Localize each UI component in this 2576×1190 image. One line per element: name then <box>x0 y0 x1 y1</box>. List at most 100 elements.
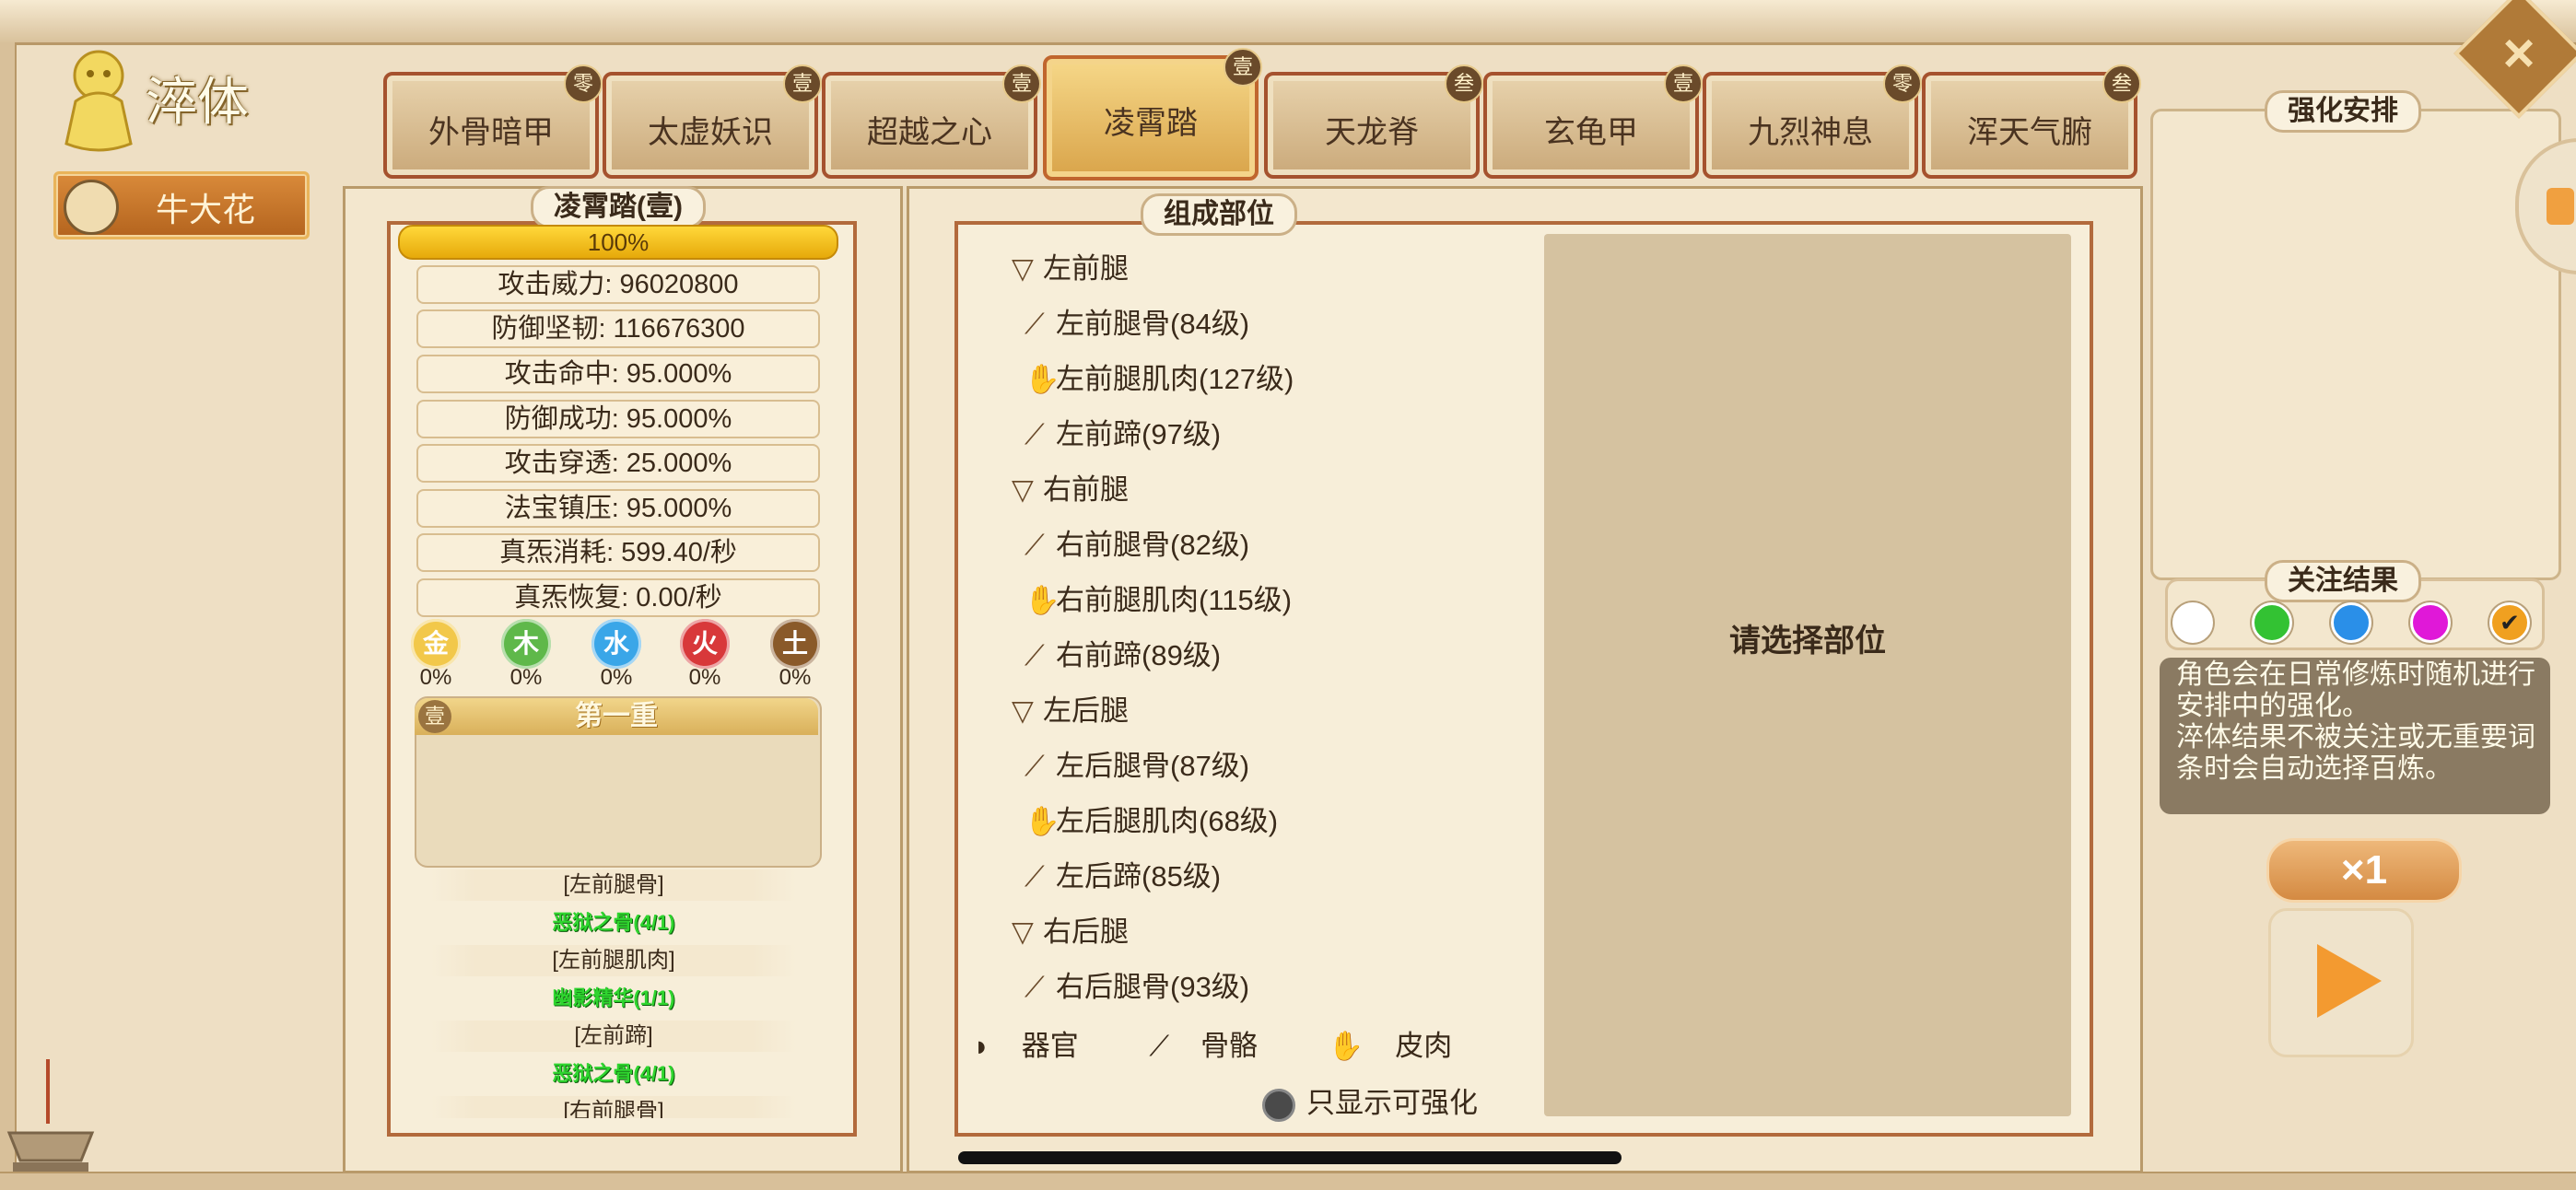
focus-orange-toggle-checked[interactable]: ✔ <box>2489 602 2530 643</box>
bone-icon: ⟋ <box>1025 418 1045 450</box>
focus-white-toggle[interactable] <box>2172 602 2213 643</box>
layer-badge: 壹 <box>418 700 451 733</box>
bottom-frame <box>0 1172 2576 1190</box>
element-fire-pct: 0% <box>688 665 721 690</box>
part-effect: 恶狱之骨(4/1) <box>552 911 675 934</box>
tab-4[interactable]: 天龙脊 叁 <box>1264 64 1483 179</box>
tree-item[interactable]: ⟋ 右前腿骨(82级) <box>1025 521 1249 563</box>
tree-group[interactable]: ▽ 右后腿 <box>1012 908 1129 950</box>
part-plate: [右前腿骨] <box>431 1096 796 1118</box>
avatar <box>64 180 119 235</box>
tree-item[interactable]: ⟋ 右前蹄(89级) <box>1025 632 1221 673</box>
element-earth-pct: 0% <box>779 665 812 690</box>
start-button[interactable] <box>2268 908 2414 1057</box>
tab-badge: 零 <box>1883 64 1922 103</box>
tree-item[interactable]: ⟋ 左后腿骨(87级) <box>1025 742 1249 784</box>
description-text: 角色会在日常修炼时随机进行安排中的强化。 淬体结果不被关注或无重要词条时会自动选… <box>2176 659 2535 784</box>
bag-icon <box>2547 188 2574 225</box>
tab-label: 太虚妖识 <box>648 115 773 150</box>
part-plate: [左前腿肌肉] <box>431 945 796 976</box>
focus-green-toggle[interactable] <box>2252 602 2292 643</box>
tab-0[interactable]: 外骨暗甲 零 <box>383 64 603 179</box>
left-frame <box>0 42 17 1188</box>
legend-organ: ◗ 器官 <box>973 1030 1079 1062</box>
components-panel-title: 组成部位 <box>1141 193 1297 236</box>
stat-hit: 攻击命中: 95.000% <box>416 355 820 393</box>
bone-icon: ⟋ <box>1149 1030 1170 1062</box>
tab-7[interactable]: 浑天气腑 叁 <box>1922 64 2141 179</box>
tab-2[interactable]: 超越之心 壹 <box>822 64 1041 179</box>
tab-label: 九烈神息 <box>1748 115 1873 150</box>
tab-badge: 壹 <box>783 64 822 103</box>
tab-6[interactable]: 九烈神息 零 <box>1703 64 1922 179</box>
tab-badge: 零 <box>564 64 603 103</box>
close-icon: × <box>2502 22 2535 84</box>
triangle-down-icon: ▽ <box>1012 916 1034 948</box>
element-water-icon: 水 <box>591 619 641 669</box>
hand-icon: ✋ <box>1025 363 1060 395</box>
progress-bar: 100% <box>398 225 838 260</box>
tab-1[interactable]: 太虚妖识 壹 <box>603 64 822 179</box>
character-select-button[interactable]: 牛大花 <box>53 171 310 239</box>
tab-3-active[interactable]: 凌霄踏 壹 <box>1043 48 1262 181</box>
stat-qi-recover: 真炁恢复: 0.00/秒 <box>416 578 820 617</box>
tree-item[interactable]: ⟋ 右后腿骨(93级) <box>1025 963 1249 1005</box>
stat-suppression: 法宝镇压: 95.000% <box>416 489 820 528</box>
tab-label: 外骨暗甲 <box>428 115 554 150</box>
part-effect: 幽影精华(1/1) <box>552 986 675 1009</box>
bone-icon: ⟋ <box>1025 639 1045 671</box>
element-wood-icon: 木 <box>501 619 551 669</box>
tab-badge: 壹 <box>1002 64 1041 103</box>
layer-title: 第一重 <box>415 698 818 735</box>
tab-badge: 叁 <box>2102 64 2141 103</box>
stats-panel-title: 凌霄踏(壹) <box>531 186 706 228</box>
element-wood-pct: 0% <box>509 665 543 690</box>
tree-group[interactable]: ▽ 左后腿 <box>1012 687 1129 729</box>
tab-badge: 叁 <box>1445 64 1483 103</box>
body-emblem-icon <box>64 50 133 152</box>
tree-group[interactable]: ▽ 左前腿 <box>1012 245 1129 286</box>
stat-defense-success: 防御成功: 95.000% <box>416 400 820 438</box>
top-frame <box>0 0 2576 45</box>
select-part-hint: 请选择部位 <box>1729 624 1886 659</box>
stat-attack-power: 攻击威力: 96020800 <box>416 265 820 304</box>
page-title: 淬体 <box>146 73 249 133</box>
focus-blue-toggle[interactable] <box>2331 602 2371 643</box>
organ-icon: ◗ <box>973 1030 990 1062</box>
tab-5[interactable]: 玄龟甲 壹 <box>1483 64 1703 179</box>
focus-title: 关注结果 <box>2265 560 2421 602</box>
element-metal-pct: 0% <box>419 665 452 690</box>
bone-icon: ⟋ <box>1025 860 1045 892</box>
tree-item[interactable]: ✋左前腿肌肉(127级) <box>1025 356 1294 397</box>
strengthen-plan-box <box>2150 109 2561 580</box>
tab-label: 凌霄踏 <box>1104 106 1198 141</box>
stat-qi-consume: 真炁消耗: 599.40/秒 <box>416 533 820 572</box>
multiplier-button[interactable]: ×1 <box>2266 838 2462 903</box>
tree-item[interactable]: ⟋ 左前腿骨(84级) <box>1025 300 1249 342</box>
legend-flesh: ✋ 皮肉 <box>1328 1030 1453 1062</box>
legend-bone: ⟋ 骨骼 <box>1149 1030 1259 1062</box>
tree-item[interactable]: ✋左后腿肌肉(68级) <box>1025 798 1278 839</box>
tree-item[interactable]: ✋右前腿肌肉(115级) <box>1025 577 1292 618</box>
tree-item[interactable]: ⟋ 左前蹄(97级) <box>1025 411 1221 452</box>
hand-icon: ✋ <box>1025 584 1060 616</box>
focus-purple-toggle[interactable] <box>2410 602 2451 643</box>
play-icon <box>2317 944 2382 1018</box>
tab-label: 玄龟甲 <box>1544 115 1638 150</box>
tab-label: 天龙脊 <box>1325 115 1419 150</box>
hand-icon: ✋ <box>1328 1030 1364 1062</box>
element-water-pct: 0% <box>600 665 633 690</box>
bone-icon: ⟋ <box>1025 529 1045 561</box>
tree-item[interactable]: ⟋ 左后蹄(85级) <box>1025 853 1221 894</box>
stat-penetration: 攻击穿透: 25.000% <box>416 444 820 483</box>
triangle-down-icon: ▽ <box>1012 252 1034 285</box>
bone-icon: ⟋ <box>1025 750 1045 782</box>
radio-icon <box>1262 1088 1295 1122</box>
part-effect: 恶狱之骨(4/1) <box>552 1062 675 1085</box>
hand-icon: ✋ <box>1025 805 1060 837</box>
tab-label: 浑天气腑 <box>1967 115 2092 150</box>
character-name: 牛大花 <box>156 191 256 228</box>
element-earth-icon: 土 <box>770 619 820 669</box>
only-strengthenable-toggle[interactable]: 只显示可强化 <box>1262 1079 1478 1122</box>
tree-group[interactable]: ▽ 右前腿 <box>1012 466 1129 508</box>
